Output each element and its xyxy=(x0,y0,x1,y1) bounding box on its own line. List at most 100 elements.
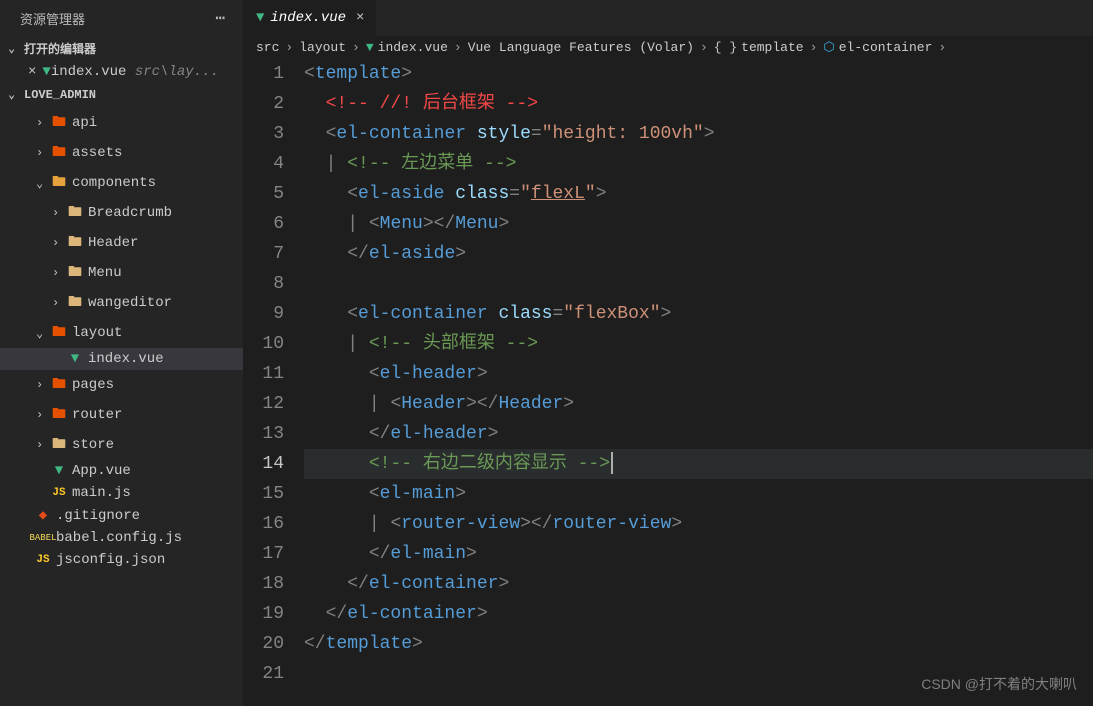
tree-item-label: Header xyxy=(88,235,138,251)
folder-icon: 🖿 xyxy=(50,111,68,135)
explorer-title: 资源管理器 xyxy=(20,9,85,28)
code-line[interactable]: <template> xyxy=(304,59,1093,89)
code-line[interactable]: </el-header> xyxy=(304,419,1093,449)
line-number: 17 xyxy=(244,539,284,569)
project-section[interactable]: ⌄ LOVE_ADMIN xyxy=(0,83,243,106)
file-tree: ›🖿api›🖿assets⌄🖿components›🖿Breadcrumb›🖿H… xyxy=(0,106,243,706)
tree-item--gitignore[interactable]: ◆.gitignore xyxy=(0,504,243,527)
tree-item-label: jsconfig.json xyxy=(56,552,165,568)
open-editors-section[interactable]: ⌄ 打开的编辑器 xyxy=(0,36,243,61)
more-icon[interactable]: ⋯ xyxy=(215,8,227,28)
code-line[interactable]: </el-container> xyxy=(304,599,1093,629)
vue-icon: ▼ xyxy=(66,351,84,367)
open-editor-item[interactable]: × ▼ index.vue src\lay... xyxy=(0,61,243,83)
tree-item-label: components xyxy=(72,175,156,191)
breadcrumb-item[interactable]: ▼index.vue xyxy=(366,40,448,55)
code-line[interactable]: | <Menu></Menu> xyxy=(304,209,1093,239)
line-number: 3 xyxy=(244,119,284,149)
breadcrumb-sep: › xyxy=(352,40,360,55)
breadcrumb-item[interactable]: { }template xyxy=(714,40,804,55)
babel-icon: BABEL xyxy=(34,533,52,543)
tree-item-index-vue[interactable]: ▼index.vue xyxy=(0,348,243,370)
code-line[interactable]: </el-aside> xyxy=(304,239,1093,269)
close-icon[interactable]: × xyxy=(28,64,36,80)
chevron-icon: › xyxy=(52,296,66,310)
breadcrumb-item[interactable]: src xyxy=(256,40,279,55)
tree-item-App-vue[interactable]: ▼App.vue xyxy=(0,460,243,482)
open-editors-label: 打开的编辑器 xyxy=(24,40,96,57)
tree-item-router[interactable]: ›🖿router xyxy=(0,400,243,430)
vue-icon: ▼ xyxy=(256,10,264,26)
tree-item-label: Breadcrumb xyxy=(88,205,172,221)
tree-item-jsconfig-json[interactable]: JS jsconfig.json xyxy=(0,549,243,571)
tree-item-api[interactable]: ›🖿api xyxy=(0,108,243,138)
code-line[interactable]: <el-aside class="flexL"> xyxy=(304,179,1093,209)
code-line[interactable]: </template> xyxy=(304,629,1093,659)
code-line[interactable]: | <Header></Header> xyxy=(304,389,1093,419)
code-line[interactable]: <!-- 右边二级内容显示 --> xyxy=(304,449,1093,479)
chevron-icon: › xyxy=(36,408,50,422)
folder-icon: 🖿 xyxy=(50,373,68,397)
tree-item-label: wangeditor xyxy=(88,295,172,311)
code-line[interactable]: <!-- //! 后台框架 --> xyxy=(304,89,1093,119)
chevron-icon: ⌄ xyxy=(36,326,50,341)
chevron-icon: › xyxy=(36,378,50,392)
line-number: 15 xyxy=(244,479,284,509)
line-number: 8 xyxy=(244,269,284,299)
code-line[interactable]: | <router-view></router-view> xyxy=(304,509,1093,539)
code-line[interactable] xyxy=(304,269,1093,299)
tree-item-Breadcrumb[interactable]: ›🖿Breadcrumb xyxy=(0,198,243,228)
git-icon: ◆ xyxy=(34,507,52,524)
code-line[interactable]: </el-container> xyxy=(304,569,1093,599)
breadcrumb-item[interactable]: ⬡el-container xyxy=(823,40,932,55)
tree-item-label: assets xyxy=(72,145,122,161)
tree-item-label: layout xyxy=(72,325,122,341)
open-editor-path: src\lay... xyxy=(135,64,219,80)
code-line[interactable]: <el-container class="flexBox"> xyxy=(304,299,1093,329)
tree-item-babel-config-js[interactable]: BABEL babel.config.js xyxy=(0,527,243,549)
code-editor[interactable]: 123456789101112131415161718192021 <templ… xyxy=(244,59,1093,706)
tree-item-Header[interactable]: ›🖿Header xyxy=(0,228,243,258)
code-line[interactable]: <el-container style="height: 100vh"> xyxy=(304,119,1093,149)
chevron-icon: › xyxy=(36,116,50,130)
editor-area: ▼ index.vue × src›layout›▼index.vue›Vue … xyxy=(244,0,1093,706)
code-content[interactable]: <template> <!-- //! 后台框架 --> <el-contain… xyxy=(304,59,1093,706)
tree-item-label: pages xyxy=(72,377,114,393)
js-icon: JS xyxy=(34,554,52,566)
folder-icon: 🖿 xyxy=(66,291,84,315)
tree-item-assets[interactable]: ›🖿assets xyxy=(0,138,243,168)
line-number: 10 xyxy=(244,329,284,359)
tree-item-layout[interactable]: ⌄🖿layout xyxy=(0,318,243,348)
tab-bar: ▼ index.vue × xyxy=(244,0,1093,36)
open-editor-name: index.vue xyxy=(51,64,127,80)
line-number: 4 xyxy=(244,149,284,179)
code-line[interactable]: <el-main> xyxy=(304,479,1093,509)
tree-item-wangeditor[interactable]: ›🖿wangeditor xyxy=(0,288,243,318)
breadcrumb-item[interactable]: Vue Language Features (Volar) xyxy=(468,40,694,55)
tree-item-Menu[interactable]: ›🖿Menu xyxy=(0,258,243,288)
line-number: 20 xyxy=(244,629,284,659)
braces-icon: { } xyxy=(714,40,737,55)
line-number: 21 xyxy=(244,659,284,689)
close-icon[interactable]: × xyxy=(356,10,364,26)
tree-item-store[interactable]: ›🖿store xyxy=(0,430,243,460)
breadcrumb-item[interactable]: layout xyxy=(299,40,346,55)
tree-item-main-js[interactable]: JSmain.js xyxy=(0,482,243,504)
tree-item-label: App.vue xyxy=(72,463,131,479)
tab-index-vue[interactable]: ▼ index.vue × xyxy=(244,0,377,36)
code-line[interactable]: <el-header> xyxy=(304,359,1093,389)
tree-item-components[interactable]: ⌄🖿components xyxy=(0,168,243,198)
code-line[interactable]: </el-main> xyxy=(304,539,1093,569)
tree-item-pages[interactable]: ›🖿pages xyxy=(0,370,243,400)
tree-item-label: babel.config.js xyxy=(56,530,182,546)
vue-icon: ▼ xyxy=(42,64,50,80)
watermark: CSDN @打不着的大喇叭 xyxy=(921,674,1077,694)
code-line[interactable]: | <!-- 左边菜单 --> xyxy=(304,149,1093,179)
folder-icon: 🖿 xyxy=(50,433,68,457)
chevron-icon: › xyxy=(52,266,66,280)
line-number: 9 xyxy=(244,299,284,329)
folder-icon: 🖿 xyxy=(66,231,84,255)
chevron-icon: ⌄ xyxy=(36,176,50,191)
line-number: 16 xyxy=(244,509,284,539)
code-line[interactable]: | <!-- 头部框架 --> xyxy=(304,329,1093,359)
